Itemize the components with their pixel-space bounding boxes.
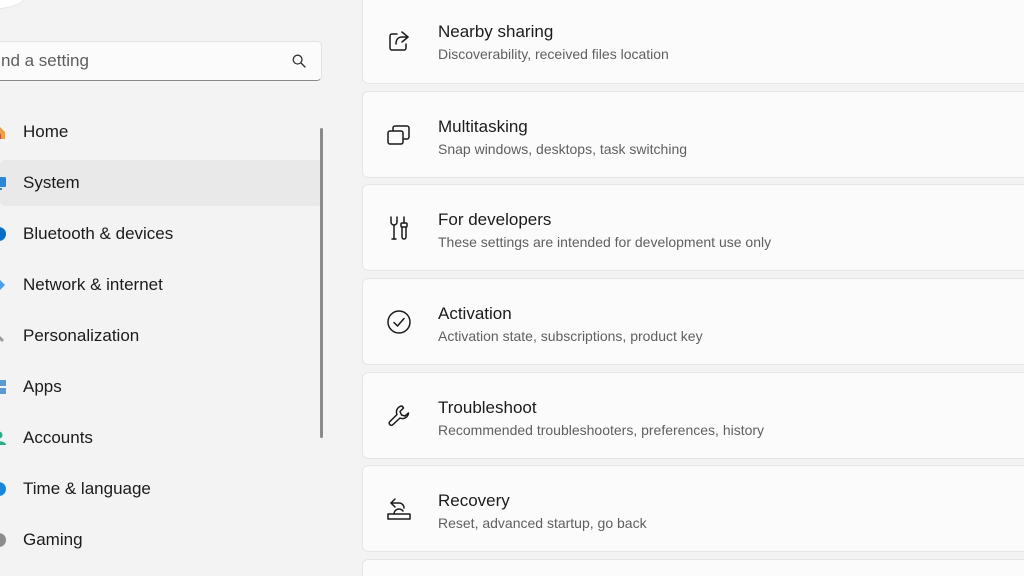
search-box[interactable]	[0, 41, 322, 81]
developer-tools-icon	[385, 214, 413, 242]
sidebar-item-label: Network & internet	[23, 275, 163, 294]
sidebar-nav: Home System Bluetooth & devices Network …	[0, 109, 322, 568]
card-subtitle: These settings are intended for developm…	[438, 234, 772, 250]
network-icon	[0, 277, 7, 293]
accounts-icon	[0, 430, 7, 446]
wrench-icon	[385, 402, 413, 430]
card-title: Recovery	[438, 491, 510, 510]
card-subtitle: Discoverability, received files location	[438, 46, 669, 62]
card-nearby-sharing[interactable]: Nearby sharing Discoverability, received…	[362, 0, 1024, 84]
sidebar-scrollbar[interactable]	[320, 128, 323, 438]
sidebar-item-label: Personalization	[23, 326, 140, 345]
card-title: For developers	[438, 210, 552, 229]
card-recovery[interactable]: Recovery Reset, advanced startup, go bac…	[362, 465, 1024, 552]
sidebar-item-label: Gaming	[23, 530, 83, 549]
sidebar-item-bluetooth-devices[interactable]: Bluetooth & devices	[0, 211, 322, 257]
card-for-developers[interactable]: For developers These settings are intend…	[362, 184, 1024, 271]
brush-icon	[0, 328, 7, 344]
gaming-icon	[0, 532, 7, 548]
card-subtitle: Activation state, subscriptions, product…	[438, 328, 703, 344]
sidebar-item-label: Time & language	[23, 479, 151, 498]
sidebar-item-label: Bluetooth & devices	[23, 224, 174, 243]
search-input[interactable]	[0, 42, 289, 80]
card-subtitle: Reset, advanced startup, go back	[438, 515, 647, 531]
card-troubleshoot[interactable]: Troubleshoot Recommended troubleshooters…	[362, 372, 1024, 459]
sidebar-item-personalization[interactable]: Personalization	[0, 313, 322, 359]
sidebar-item-home[interactable]: Home	[0, 109, 322, 155]
card-subtitle: Recommended troubleshooters, preferences…	[438, 422, 765, 438]
card-title: Activation	[438, 304, 512, 323]
card-subtitle: Snap windows, desktops, task switching	[438, 141, 688, 157]
apps-icon	[0, 379, 7, 395]
card-title: Multitasking	[438, 117, 528, 136]
sidebar-item-label: Accounts	[23, 428, 93, 447]
sidebar-item-label: System	[23, 173, 80, 192]
sidebar-item-gaming[interactable]: Gaming	[0, 517, 322, 563]
sidebar-item-label: Apps	[23, 377, 62, 396]
check-circle-icon	[385, 308, 413, 336]
sidebar-item-accounts[interactable]: Accounts	[0, 415, 322, 461]
card-title: Nearby sharing	[438, 22, 554, 41]
card-multitasking[interactable]: Multitasking Snap windows, desktops, tas…	[362, 91, 1024, 178]
sidebar-item-label: Home	[23, 122, 69, 141]
multitasking-icon	[385, 121, 413, 149]
bluetooth-icon	[0, 226, 7, 242]
avatar[interactable]	[0, 0, 36, 8]
sidebar-item-apps[interactable]: Apps	[0, 364, 322, 410]
sidebar-item-system[interactable]: System	[0, 160, 322, 206]
share-icon	[385, 27, 413, 55]
recovery-icon	[385, 495, 413, 523]
home-icon	[0, 124, 7, 140]
card-next[interactable]	[362, 559, 1024, 576]
system-icon	[0, 175, 7, 191]
sidebar-item-time-language[interactable]: Time & language	[0, 466, 322, 512]
globe-icon	[0, 481, 7, 497]
card-activation[interactable]: Activation Activation state, subscriptio…	[362, 278, 1024, 365]
card-title: Troubleshoot	[438, 398, 537, 417]
sidebar-item-network-internet[interactable]: Network & internet	[0, 262, 322, 308]
search-icon[interactable]	[289, 51, 309, 71]
